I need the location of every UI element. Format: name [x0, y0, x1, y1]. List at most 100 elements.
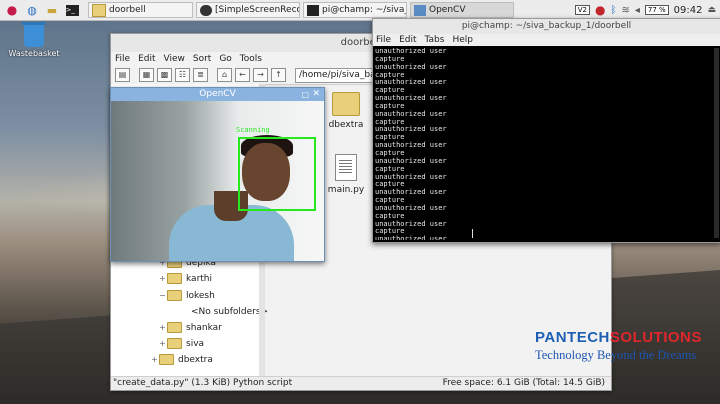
pantech-logo: PANTECHSOLUTIONS Technology Beyond the D…: [535, 329, 715, 363]
list-view-icon[interactable]: ≣: [193, 68, 208, 82]
bluetooth-icon[interactable]: ᛒ: [610, 5, 616, 16]
terminal-icon: [307, 4, 319, 16]
raspberry-menu-icon[interactable]: ●: [4, 2, 20, 18]
file-name: main.py: [327, 185, 365, 195]
tree-label: karthi: [186, 273, 213, 284]
eject-icon[interactable]: ⏏: [707, 5, 716, 15]
task-label: pi@champ: ~/siva_b...: [322, 5, 406, 15]
terminal-line: unauthorized user: [375, 94, 447, 103]
tree-label: dbextra: [178, 354, 213, 365]
window-icon: [414, 4, 426, 16]
tree-item-siva[interactable]: + siva: [159, 337, 204, 350]
icon-view-icon[interactable]: ▦: [139, 68, 154, 82]
terminal-menu-help[interactable]: Help: [452, 35, 473, 45]
text-cursor-ibeam: [472, 229, 473, 238]
terminal-line: unauthorized user: [375, 172, 447, 181]
detection-label: Scanning: [236, 126, 270, 134]
file-item-main-py[interactable]: main.py: [323, 154, 369, 195]
tree-label: shankar: [186, 322, 222, 333]
compact-view-icon[interactable]: ☷: [175, 68, 190, 82]
terminal-menu-edit[interactable]: Edit: [399, 35, 416, 45]
tree-item-shankar[interactable]: + shankar: [159, 321, 222, 334]
task-doorbell[interactable]: doorbell: [88, 2, 193, 18]
terminal-line: unauthorized user: [375, 141, 447, 150]
expander[interactable]: +: [151, 355, 159, 364]
cpu-monitor: 77 %: [644, 5, 669, 15]
folder-icon: [332, 92, 360, 116]
terminal-menu-tabs[interactable]: Tabs: [425, 35, 445, 45]
task-terminal[interactable]: pi@champ: ~/siva_b...: [303, 2, 407, 18]
task-label: OpenCV: [429, 5, 466, 15]
file-manager-statusbar: "create_data.py" (1.3 KiB) Python script…: [111, 376, 611, 390]
logo-brand: PANTECHSOLUTIONS: [535, 329, 715, 346]
tree-item-karthi[interactable]: + karthi: [159, 272, 212, 285]
terminal-line: unauthorized user: [375, 62, 447, 71]
sidebar-toggle-icon[interactable]: ▤: [115, 68, 130, 82]
menu-go[interactable]: Go: [219, 54, 231, 64]
folder-icon: [167, 273, 182, 284]
terminal-title: pi@champ: ~/siva_backup_1/doorbell: [373, 19, 720, 34]
terminal-menubar: File Edit Tabs Help: [373, 34, 720, 46]
back-icon[interactable]: ←: [235, 68, 250, 82]
python-file-icon: [335, 154, 357, 181]
folder-icon: [92, 3, 106, 17]
face-detection-box: [238, 137, 316, 211]
tree-item-dbextra[interactable]: + dbextra: [151, 353, 213, 366]
terminal-menu-file[interactable]: File: [376, 35, 391, 45]
terminal-line: unauthorized user: [375, 125, 447, 134]
task-label: [SimpleScreenRecord...: [215, 5, 299, 15]
vnc-icon[interactable]: V2: [574, 5, 590, 15]
terminal-line: unauthorized user: [375, 156, 447, 165]
menu-file[interactable]: File: [115, 54, 130, 64]
system-tray: V2 ● ᛒ ≋ ◂ 77 % 09:42 ⏏: [570, 0, 720, 20]
terminal-launcher-icon[interactable]: >_: [64, 2, 80, 18]
opencv-window: OpenCV ▢ ✕ Scanning: [110, 87, 325, 262]
maximize-icon[interactable]: ▢: [301, 88, 309, 101]
tree-label: siva: [186, 338, 205, 349]
menu-tools[interactable]: Tools: [240, 54, 262, 64]
camera-frame: Scanning: [111, 101, 324, 261]
folder-icon: [159, 354, 174, 365]
recorder-icon: [200, 4, 212, 16]
terminal-line: unauthorized user: [375, 109, 447, 118]
terminal-output[interactable]: unauthorized user capture unauthorized use…: [375, 48, 710, 240]
logo-brand-part1: PANTECH: [535, 329, 610, 346]
trash-icon: [22, 22, 46, 47]
terminal-line: unauthorized user: [375, 203, 447, 212]
tree-label: <No subfolders>: [191, 306, 269, 317]
expander[interactable]: +: [159, 339, 167, 348]
terminal-line: unauthorized user: [375, 235, 447, 240]
file-item-dbextra[interactable]: dbextra: [323, 92, 369, 130]
clock: 09:42: [673, 4, 703, 16]
wastebasket-desktop-icon[interactable]: Wastebasket: [8, 22, 60, 58]
terminal-line: unauthorized user: [375, 48, 447, 55]
home-icon[interactable]: ⌂: [217, 68, 232, 82]
file-manager-icon[interactable]: ▬: [44, 2, 60, 18]
menu-view[interactable]: View: [164, 54, 185, 64]
terminal-line: unauthorized user: [375, 219, 447, 228]
browser-icon[interactable]: ◍: [24, 2, 40, 18]
tree-item-lokesh[interactable]: − lokesh: [159, 289, 215, 302]
terminal-line: unauthorized user: [375, 188, 447, 197]
opencv-title: OpenCV: [199, 89, 236, 99]
expander[interactable]: +: [159, 274, 167, 283]
task-opencv[interactable]: OpenCV: [410, 2, 514, 18]
menu-sort[interactable]: Sort: [193, 54, 211, 64]
up-icon[interactable]: ↑: [271, 68, 286, 82]
opencv-titlebar[interactable]: OpenCV ▢ ✕: [111, 88, 324, 101]
record-icon[interactable]: ●: [595, 3, 605, 17]
task-label: doorbell: [109, 5, 146, 15]
status-selection: "create_data.py" (1.3 KiB) Python script: [113, 378, 293, 388]
menu-edit[interactable]: Edit: [138, 54, 155, 64]
close-icon[interactable]: ✕: [312, 88, 320, 101]
wifi-icon[interactable]: ≋: [621, 5, 629, 16]
folder-icon: [167, 322, 182, 333]
terminal-scrollbar[interactable]: [714, 48, 719, 238]
expander[interactable]: +: [159, 323, 167, 332]
task-screen-recorder[interactable]: [SimpleScreenRecord...: [196, 2, 300, 18]
expander[interactable]: −: [159, 291, 167, 300]
forward-icon[interactable]: →: [253, 68, 268, 82]
volume-icon[interactable]: ◂: [635, 5, 640, 16]
thumbnail-view-icon[interactable]: ▩: [157, 68, 172, 82]
folder-icon: [167, 338, 182, 349]
